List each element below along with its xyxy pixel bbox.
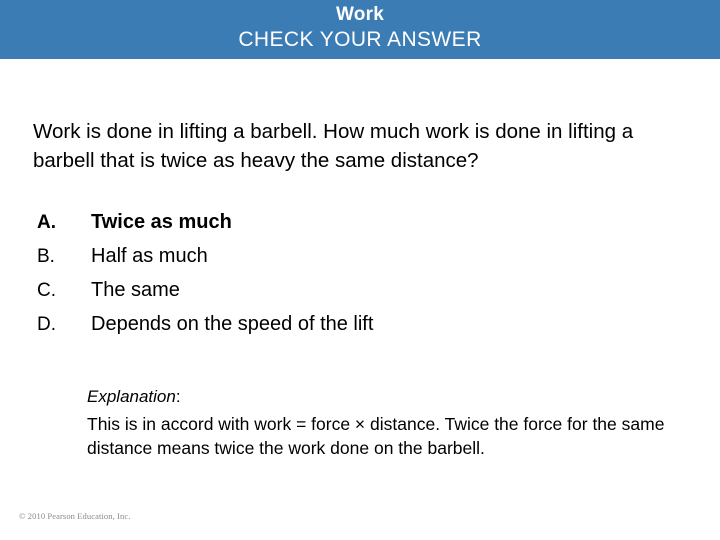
answer-choice-letter: D. xyxy=(37,314,56,335)
answer-choice-label: Twice as much xyxy=(91,211,232,233)
explanation-heading-word: Explanation xyxy=(87,387,176,406)
answer-choice-list: A. Twice as much B. Half as much C. The … xyxy=(37,211,657,347)
slide: Work CHECK YOUR ANSWER Work is done in l… xyxy=(0,0,720,540)
copyright-notice: © 2010 Pearson Education, Inc. xyxy=(19,511,131,521)
explanation-block: Explanation: This is in accord with work… xyxy=(87,384,677,460)
explanation-heading: Explanation: xyxy=(87,384,677,409)
answer-choice-b[interactable]: B. Half as much xyxy=(37,245,657,279)
answer-choice-label: Half as much xyxy=(91,245,208,267)
answer-choice-label: Depends on the speed of the lift xyxy=(91,313,374,335)
answer-choice-c[interactable]: C. The same xyxy=(37,279,657,313)
header-banner: Work CHECK YOUR ANSWER xyxy=(0,0,720,59)
question-text: Work is done in lifting a barbell. How m… xyxy=(33,120,634,172)
answer-choice-a[interactable]: A. Twice as much xyxy=(37,211,657,245)
page-subtitle: CHECK YOUR ANSWER xyxy=(238,28,482,51)
explanation-heading-colon: : xyxy=(175,387,181,406)
answer-choice-letter: B. xyxy=(37,246,55,267)
answer-choice-letter: A. xyxy=(37,212,56,233)
answer-choice-d[interactable]: D. Depends on the speed of the lift xyxy=(37,313,657,347)
answer-choice-label: The same xyxy=(91,279,180,301)
page-title: Work xyxy=(336,4,384,25)
explanation-text: This is in accord with work = force × di… xyxy=(87,414,665,458)
answer-choice-letter: C. xyxy=(37,280,56,301)
